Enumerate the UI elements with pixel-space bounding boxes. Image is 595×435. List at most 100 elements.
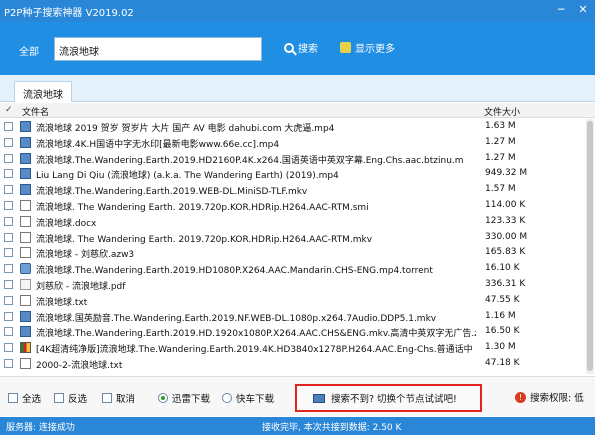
switch-node-hint[interactable]: 搜索不到? 切换个节点试试吧!: [295, 384, 482, 412]
monitor-icon: [313, 393, 325, 403]
cancel-box: [102, 393, 112, 403]
row-checkbox[interactable]: [4, 122, 13, 131]
header-filesize[interactable]: 文件大小: [484, 105, 520, 118]
row-checkbox[interactable]: [4, 185, 13, 195]
file-size: 165.83 K: [485, 247, 526, 258]
document-file-icon: [20, 215, 31, 227]
window-title: P2P种子搜索神器 V2019.02: [4, 8, 134, 19]
search-permission: ! 搜索权限: 低: [515, 390, 584, 404]
file-size: 16.50 K: [485, 326, 520, 337]
show-more-label: 显示更多: [355, 44, 395, 55]
row-checkbox[interactable]: [4, 137, 13, 147]
file-row[interactable]: 流浪地球. The Wandering Earth. 2019.720p.KOR…: [0, 230, 595, 245]
row-checkbox[interactable]: [4, 311, 13, 321]
title-bar: P2P种子搜索神器 V2019.02 ─ ✕: [0, 0, 595, 22]
xunlei-label: 迅雷下载: [172, 394, 211, 405]
row-checkbox[interactable]: [4, 327, 13, 337]
file-row[interactable]: 流浪地球 2019 贺岁 贺岁片 大片 国产 AV 电影 dahubi.com …: [0, 119, 595, 134]
file-name[interactable]: 流浪地球. The Wandering Earth. 2019.720p.KOR…: [36, 232, 476, 245]
search-icon: [284, 42, 294, 53]
video-file-icon: [20, 310, 31, 322]
file-name[interactable]: 流浪地球.docx: [36, 216, 476, 229]
file-size: 1.30 M: [485, 342, 516, 353]
window-controls: ─ ✕: [555, 3, 589, 16]
file-size: 16.10 K: [485, 263, 520, 274]
file-name[interactable]: 流浪地球.The.Wandering.Earth.2019.HD.1920x10…: [36, 326, 476, 339]
row-checkbox[interactable]: [4, 280, 13, 289]
tab-query[interactable]: 流浪地球: [14, 81, 72, 102]
file-row[interactable]: 流浪地球.txt 47.55 K: [0, 293, 595, 308]
row-checkbox[interactable]: [4, 343, 13, 353]
file-row[interactable]: 2000-2-流浪地球.txt 47.18 K: [0, 356, 595, 371]
list-scrollbar[interactable]: [586, 119, 594, 374]
file-row[interactable]: 流浪地球. The Wandering Earth. 2019.720p.KOR…: [0, 198, 595, 213]
header-check-icon[interactable]: ✓: [5, 105, 13, 115]
file-row[interactable]: 流浪地球.4K.H国语中字无水印[最新电影www.66e.cc].mp4 1.27…: [0, 135, 595, 150]
invert-checkbox[interactable]: 反选: [54, 391, 87, 405]
row-checkbox[interactable]: [4, 264, 13, 274]
file-name[interactable]: 2000-2-流浪地球.txt: [36, 358, 476, 371]
status-bar: 服务器: 连接成功 接收完毕, 本次共接到数据: 2.50 K: [0, 417, 595, 435]
row-checkbox[interactable]: [4, 359, 13, 368]
file-name[interactable]: 流浪地球.The.Wandering.Earth.2019.HD2160P.4K…: [36, 153, 476, 166]
file-row[interactable]: 流浪地球 - 刘慈欣.azw3 165.83 K: [0, 245, 595, 260]
show-more-icon: [340, 42, 351, 53]
row-checkbox[interactable]: [4, 169, 13, 179]
search-scope[interactable]: 全部: [19, 43, 39, 58]
file-row[interactable]: 刘慈欣 - 流浪地球.pdf 336.31 K: [0, 277, 595, 292]
row-checkbox[interactable]: [4, 216, 13, 226]
file-row[interactable]: Liu Lang Di Qiu (流浪地球) (a.k.a. The Wande…: [0, 166, 595, 181]
kuaiche-radio[interactable]: 快车下载: [222, 391, 274, 405]
file-name[interactable]: 流浪地球.The.Wandering.Earth.2019.WEB-DL.Min…: [36, 184, 476, 197]
file-row[interactable]: 流浪地球.The.Wandering.Earth.2019.HD1080P.X2…: [0, 261, 595, 276]
file-size: 114.00 K: [485, 200, 526, 210]
row-checkbox[interactable]: [4, 248, 13, 258]
warning-icon: !: [515, 391, 526, 403]
row-checkbox[interactable]: [4, 295, 13, 305]
permission-text: 搜索权限: 低: [530, 393, 584, 404]
cancel-label: 取消: [116, 394, 136, 405]
file-row[interactable]: 流浪地球.国英励音.The.Wandering.Earth.2019.NF.WE…: [0, 309, 595, 324]
show-more-button[interactable]: 显示更多: [340, 40, 395, 55]
file-name[interactable]: 流浪地球. The Wandering Earth. 2019.720p.KOR…: [36, 200, 476, 213]
video-file-icon: [20, 184, 31, 196]
file-name[interactable]: 流浪地球.4K.H国语中字无水印[最新电影www.66e.cc].mp4: [36, 137, 476, 150]
file-name[interactable]: 刘慈欣 - 流浪地球.pdf: [36, 279, 476, 292]
scrollbar-thumb[interactable]: [587, 121, 593, 371]
file-size: 1.57 M: [485, 184, 516, 195]
file-row[interactable]: [4K超清纯净版]流浪地球.The.Wandering.Earth.2019.4…: [0, 340, 595, 355]
receive-status: 接收完毕, 本次共接到数据: 2.50 K: [262, 423, 402, 433]
file-row[interactable]: 流浪地球.The.Wandering.Earth.2019.HD2160P.4K…: [0, 151, 595, 166]
file-name[interactable]: 流浪地球.The.Wandering.Earth.2019.HD1080P.X2…: [36, 263, 476, 276]
video-file-icon: [20, 152, 31, 164]
invert-label: 反选: [68, 394, 88, 405]
file-row[interactable]: 流浪地球.docx 123.33 K: [0, 214, 595, 229]
row-checkbox[interactable]: [4, 201, 13, 210]
file-name[interactable]: 流浪地球 - 刘慈欣.azw3: [36, 247, 476, 260]
file-name[interactable]: Liu Lang Di Qiu (流浪地球) (a.k.a. The Wande…: [36, 168, 476, 181]
search-button[interactable]: 搜索: [284, 40, 318, 55]
file-name[interactable]: 流浪地球.txt: [36, 295, 476, 308]
select-all-checkbox[interactable]: 全选: [8, 391, 41, 405]
xunlei-radio[interactable]: 迅雷下载: [158, 391, 210, 405]
invert-box: [54, 393, 64, 403]
file-name[interactable]: 流浪地球 2019 贺岁 贺岁片 大片 国产 AV 电影 dahubi.com …: [36, 121, 476, 134]
cancel-checkbox[interactable]: 取消: [102, 391, 135, 405]
file-size: 949.32 M: [485, 168, 528, 179]
close-button[interactable]: ✕: [577, 3, 589, 16]
file-size: 1.63 M: [485, 121, 516, 131]
row-checkbox[interactable]: [4, 232, 13, 242]
search-input[interactable]: 流浪地球: [54, 37, 262, 61]
torrent-file-icon: [20, 263, 31, 275]
file-name[interactable]: [4K超清纯净版]流浪地球.The.Wandering.Earth.2019.4…: [36, 342, 476, 355]
file-row[interactable]: 流浪地球.The.Wandering.Earth.2019.WEB-DL.Min…: [0, 182, 595, 197]
file-name[interactable]: 流浪地球.国英励音.The.Wandering.Earth.2019.NF.WE…: [36, 311, 476, 324]
document-file-icon: [20, 358, 31, 369]
row-checkbox[interactable]: [4, 153, 13, 163]
header-filename[interactable]: 文件名: [22, 105, 49, 118]
minimize-button[interactable]: ─: [555, 3, 567, 16]
archive-file-icon: [20, 342, 31, 354]
list-header: ✓ 文件名 文件大小: [0, 103, 595, 118]
kuaiche-label: 快车下载: [236, 394, 275, 405]
file-row[interactable]: 流浪地球.The.Wandering.Earth.2019.HD.1920x10…: [0, 324, 595, 339]
